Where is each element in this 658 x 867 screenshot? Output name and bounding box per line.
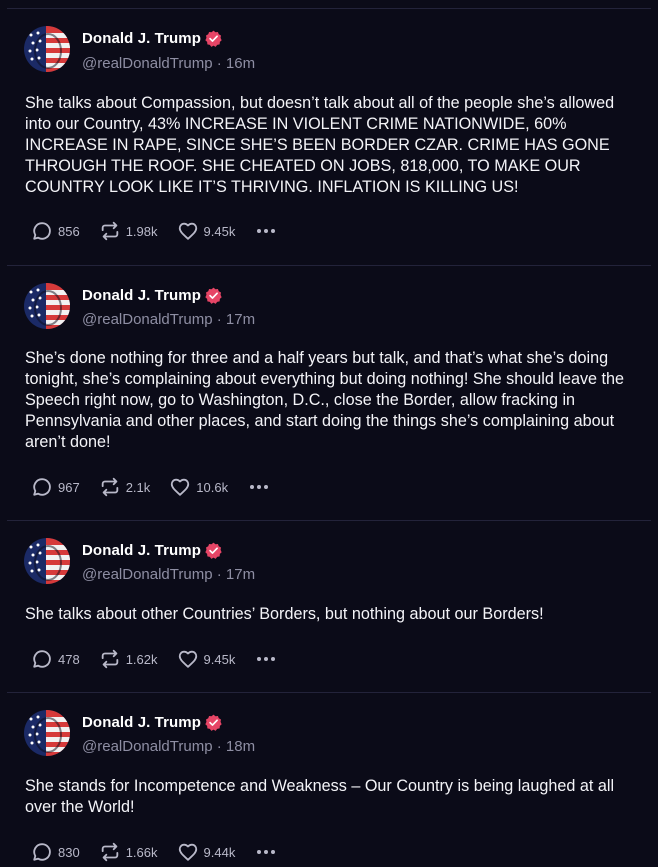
more-options-button[interactable] (249, 483, 269, 491)
reply-bubble-icon (33, 650, 51, 668)
post-card[interactable]: Donald J. Trump @realDonaldTrump · 17m S… (7, 521, 651, 693)
more-dots-icon (257, 657, 276, 661)
author-name[interactable]: Donald J. Trump (82, 30, 201, 47)
like-count: 10.6k (196, 479, 229, 495)
reply-button[interactable]: 856 (31, 220, 80, 242)
more-options-button[interactable] (256, 848, 276, 856)
meta-separator: · (216, 311, 222, 328)
repost-button[interactable]: 2.1k (99, 476, 151, 498)
post-text: She talks about other Countries’ Borders… (25, 605, 544, 623)
repost-count: 1.98k (125, 223, 158, 239)
flag-face-avatar-icon (24, 26, 70, 72)
meta-separator: · (216, 55, 222, 72)
avatar[interactable] (24, 26, 70, 72)
reply-count: 478 (58, 651, 80, 667)
author-handle[interactable]: @realDonaldTrump (82, 566, 213, 583)
verified-badge-icon (205, 714, 222, 731)
author-handle[interactable]: @realDonaldTrump (82, 55, 213, 72)
meta-separator: · (216, 566, 222, 583)
like-button[interactable]: 9.44k (177, 841, 236, 863)
author-row: Donald J. Trump (82, 714, 222, 731)
reply-count: 967 (58, 479, 80, 495)
heart-icon (178, 650, 197, 668)
repost-arrows-icon (101, 221, 118, 241)
like-count: 9.45k (203, 651, 236, 667)
author-name[interactable]: Donald J. Trump (82, 542, 201, 559)
reply-button[interactable]: 830 (31, 841, 80, 863)
reply-bubble-icon (33, 843, 51, 861)
avatar[interactable] (24, 283, 70, 329)
more-dots-icon (257, 229, 276, 233)
reply-button[interactable]: 478 (31, 648, 80, 670)
handle-row: @realDonaldTrump · 18m (82, 738, 255, 755)
flag-face-avatar-icon (24, 710, 70, 756)
more-dots-icon (250, 485, 269, 489)
handle-row: @realDonaldTrump · 17m (82, 566, 255, 583)
post-feed: Donald J. Trump @realDonaldTrump · 16m S… (0, 0, 658, 867)
flag-face-avatar-icon (24, 538, 70, 584)
repost-button[interactable]: 1.98k (99, 220, 158, 242)
author-name[interactable]: Donald J. Trump (82, 714, 201, 731)
repost-count: 2.1k (125, 479, 151, 495)
like-button[interactable]: 9.45k (177, 220, 236, 242)
heart-icon (171, 478, 190, 496)
post-time[interactable]: 17m (226, 311, 255, 328)
heart-icon (178, 222, 197, 240)
author-handle[interactable]: @realDonaldTrump (82, 311, 213, 328)
reply-count: 856 (58, 223, 80, 239)
meta-separator: · (216, 738, 222, 755)
heart-icon (178, 843, 197, 861)
repost-button[interactable]: 1.66k (99, 841, 158, 863)
author-handle[interactable]: @realDonaldTrump (82, 738, 213, 755)
post-text: She talks about Compassion, but doesn’t … (25, 94, 615, 196)
handle-row: @realDonaldTrump · 17m (82, 311, 255, 328)
handle-row: @realDonaldTrump · 16m (82, 55, 255, 72)
like-button[interactable]: 10.6k (169, 476, 228, 498)
author-row: Donald J. Trump (82, 287, 222, 304)
post-time[interactable]: 16m (226, 55, 255, 72)
repost-count: 1.66k (125, 844, 158, 860)
post-actions: 478 1.62k 9.45k (31, 647, 276, 671)
like-count: 9.45k (203, 223, 236, 239)
post-card[interactable]: Donald J. Trump @realDonaldTrump · 16m S… (7, 9, 651, 266)
more-options-button[interactable] (256, 227, 276, 235)
more-dots-icon (257, 850, 276, 854)
post-text: She stands for Incompetence and Weakness… (25, 777, 615, 816)
author-name[interactable]: Donald J. Trump (82, 287, 201, 304)
post-actions: 830 1.66k 9.44k (31, 840, 276, 864)
reply-count: 830 (58, 844, 80, 860)
author-row: Donald J. Trump (82, 542, 222, 559)
flag-face-avatar-icon (24, 283, 70, 329)
post-card[interactable]: Donald J. Trump @realDonaldTrump · 18m S… (7, 693, 651, 867)
verified-badge-icon (205, 30, 222, 47)
more-options-button[interactable] (256, 655, 276, 663)
repost-count: 1.62k (125, 651, 158, 667)
verified-badge-icon (205, 542, 222, 559)
post-time[interactable]: 18m (226, 738, 255, 755)
post-actions: 856 1.98k 9.45k (31, 219, 276, 243)
reply-bubble-icon (33, 222, 51, 240)
repost-arrows-icon (101, 842, 118, 862)
post-card[interactable]: Donald J. Trump @realDonaldTrump · 17m S… (7, 266, 651, 521)
post-time[interactable]: 17m (226, 566, 255, 583)
repost-arrows-icon (101, 477, 118, 497)
like-button[interactable]: 9.45k (177, 648, 236, 670)
repost-arrows-icon (101, 649, 118, 669)
avatar[interactable] (24, 710, 70, 756)
avatar[interactable] (24, 538, 70, 584)
repost-button[interactable]: 1.62k (99, 648, 158, 670)
verified-badge-icon (205, 287, 222, 304)
post-actions: 967 2.1k 10.6k (31, 475, 269, 499)
author-row: Donald J. Trump (82, 30, 222, 47)
reply-button[interactable]: 967 (31, 476, 80, 498)
post-text: She’s done nothing for three and a half … (25, 349, 625, 451)
like-count: 9.44k (203, 844, 236, 860)
reply-bubble-icon (33, 478, 51, 496)
